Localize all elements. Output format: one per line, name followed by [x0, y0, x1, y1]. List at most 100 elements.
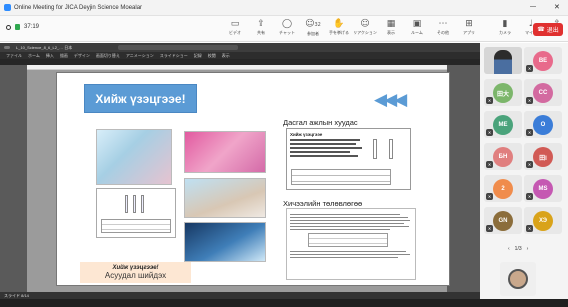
- chat-icon: ◯: [281, 19, 293, 29]
- toolbar-apps-button[interactable]: ⊞ アプリ: [456, 19, 482, 39]
- toolbar-more-button[interactable]: ⋯ その他: [430, 19, 456, 39]
- text-line: [290, 251, 406, 252]
- text-line: [290, 254, 410, 255]
- participant-tile[interactable]: CC ✕: [524, 79, 562, 106]
- toolbar-label: 手を挙げる: [329, 30, 349, 35]
- mic-muted-icon: ✕: [526, 129, 533, 136]
- photo-experiment-2: [184, 178, 266, 218]
- window-title: Online Meeting for JICA Deyjin Science M…: [14, 4, 143, 11]
- participant-tile[interactable]: BE ✕: [524, 47, 562, 74]
- ppt-tab[interactable]: ファイル: [6, 53, 22, 59]
- text-line: [290, 223, 404, 224]
- ppt-tab[interactable]: 画面切り替え: [96, 53, 120, 59]
- mic-muted-icon: ✕: [526, 97, 533, 104]
- toolbar-emoji-button[interactable]: ☺ リアクション: [352, 19, 378, 39]
- search-icon[interactable]: [118, 45, 239, 50]
- mic-muted-icon: ✕: [526, 193, 533, 200]
- lesson-table: [308, 233, 388, 247]
- share-icon: ⇪: [257, 19, 265, 29]
- participant-avatar: 2: [493, 179, 513, 199]
- ppt-tab[interactable]: 校閲: [208, 53, 216, 59]
- ppt-tab[interactable]: スライドショー: [160, 53, 188, 59]
- toolbar-label: ルーム: [411, 30, 423, 35]
- more-icon: ⋯: [438, 19, 448, 29]
- minimize-icon[interactable]: —: [530, 4, 536, 10]
- photo-experiment-1: [184, 131, 266, 173]
- participant-avatar: 田I: [533, 147, 553, 167]
- test-tube-icon: [133, 195, 136, 213]
- pager-prev-icon[interactable]: ‹: [508, 246, 510, 252]
- ppt-ribbon-tabs: ファイル ホーム 挿入 描画 デザイン 画面切り替え アニメーション スライドショー 記録 校閲表…: [0, 52, 480, 59]
- camera-icon: ▭: [230, 19, 240, 29]
- hand-icon: ✋: [333, 19, 345, 29]
- record-indicator-icon: [6, 24, 11, 30]
- leave-label: 退出: [546, 28, 559, 34]
- self-video-tile[interactable]: [500, 262, 536, 296]
- person-video: [494, 50, 512, 74]
- toolbar-camera-toggle-button[interactable]: ▮ カメラ: [492, 19, 518, 39]
- participant-avatar: ХЭ: [533, 211, 553, 231]
- worksheet-thumbnail: [96, 188, 176, 238]
- toolbar-label: カメラ: [499, 30, 511, 35]
- participant-tile[interactable]: MS ✕: [524, 175, 562, 202]
- participant-tile[interactable]: ME ✕: [484, 111, 522, 138]
- participant-count: 32: [314, 22, 321, 28]
- ppt-title: L_10_Science_8_6_L2_… 日本: [16, 44, 73, 50]
- window-titlebar: Online Meeting for JICA Deyjin Science M…: [0, 0, 568, 16]
- participant-tile[interactable]: O ✕: [524, 111, 562, 138]
- participant-avatar: 田大: [493, 83, 513, 103]
- mic-muted-icon: ✕: [486, 193, 493, 200]
- mic-muted-icon: ✕: [486, 225, 493, 232]
- leave-button[interactable]: ☎ 退出: [533, 23, 563, 36]
- text-line: [290, 214, 400, 215]
- participant-tile[interactable]: 田I ✕: [524, 143, 562, 170]
- caption-box: Хийж үзэцгээе! Асуудал шийдэх: [80, 262, 191, 283]
- photo-experiment-3: [184, 222, 266, 262]
- people-icon: ☺32: [305, 19, 321, 29]
- pager-label: 1/3: [514, 246, 522, 252]
- pager-next-icon[interactable]: ›: [527, 246, 529, 252]
- participant-tile[interactable]: ХЭ ✕: [524, 207, 562, 234]
- gallery-pager: ‹ 1/3 ›: [508, 246, 528, 252]
- shield-icon[interactable]: [15, 24, 20, 30]
- participant-avatar: BE: [533, 51, 553, 71]
- participant-tile[interactable]: 2 ✕: [484, 175, 522, 202]
- apps-icon: ⊞: [465, 19, 473, 29]
- ppt-tab[interactable]: デザイン: [74, 53, 90, 59]
- slide-counter: スライド 8/14: [4, 292, 29, 298]
- mic-muted-icon: ✕: [486, 97, 493, 104]
- participant-avatar: ME: [493, 115, 513, 135]
- ppt-tab[interactable]: 記録: [194, 53, 202, 59]
- os-taskbar: [0, 299, 568, 307]
- text-line: [290, 147, 362, 149]
- participant-tile[interactable]: GN ✕: [484, 207, 522, 234]
- text-line: [290, 217, 408, 218]
- rooms-icon: ▣: [412, 19, 422, 29]
- participant-video-tile[interactable]: [484, 47, 522, 74]
- ppt-tab[interactable]: アニメーション: [126, 53, 154, 59]
- text-line: [290, 226, 409, 227]
- toolbar-people-button[interactable]: ☺32 参加者: [300, 19, 326, 39]
- toolbar-rooms-button[interactable]: ▣ ルーム: [404, 19, 430, 39]
- grid-icon: ▦: [386, 19, 396, 29]
- toolbar-share-button[interactable]: ⇪ 共有: [248, 19, 274, 39]
- ppt-statusbar: スライド 8/14: [0, 292, 480, 299]
- ppt-tab[interactable]: 挿入: [46, 53, 54, 59]
- text-line: [290, 151, 350, 153]
- slide-banner: Хийж үзэцгээе!: [84, 84, 197, 113]
- close-window-icon[interactable]: ✕: [554, 3, 560, 11]
- mic-muted-icon: ✕: [486, 129, 493, 136]
- slide-thumbnail-pane[interactable]: [0, 65, 27, 292]
- toolbar-camera-button[interactable]: ▭ ビデオ: [222, 19, 248, 39]
- ppt-tab[interactable]: 描画: [60, 53, 68, 59]
- participant-tile[interactable]: БН ✕: [484, 143, 522, 170]
- text-line: [290, 220, 410, 221]
- participant-avatar: БН: [493, 147, 513, 167]
- toolbar-chat-button[interactable]: ◯ チャット: [274, 19, 300, 39]
- participant-tile[interactable]: 田大 ✕: [484, 79, 522, 106]
- ppt-tab[interactable]: ホーム: [28, 53, 40, 59]
- toolbar-label: 表示: [387, 30, 395, 35]
- ppt-tab[interactable]: 表示: [222, 53, 230, 59]
- toolbar-grid-button[interactable]: ▦ 表示: [378, 19, 404, 39]
- toolbar-hand-button[interactable]: ✋ 手を挙げる: [326, 19, 352, 39]
